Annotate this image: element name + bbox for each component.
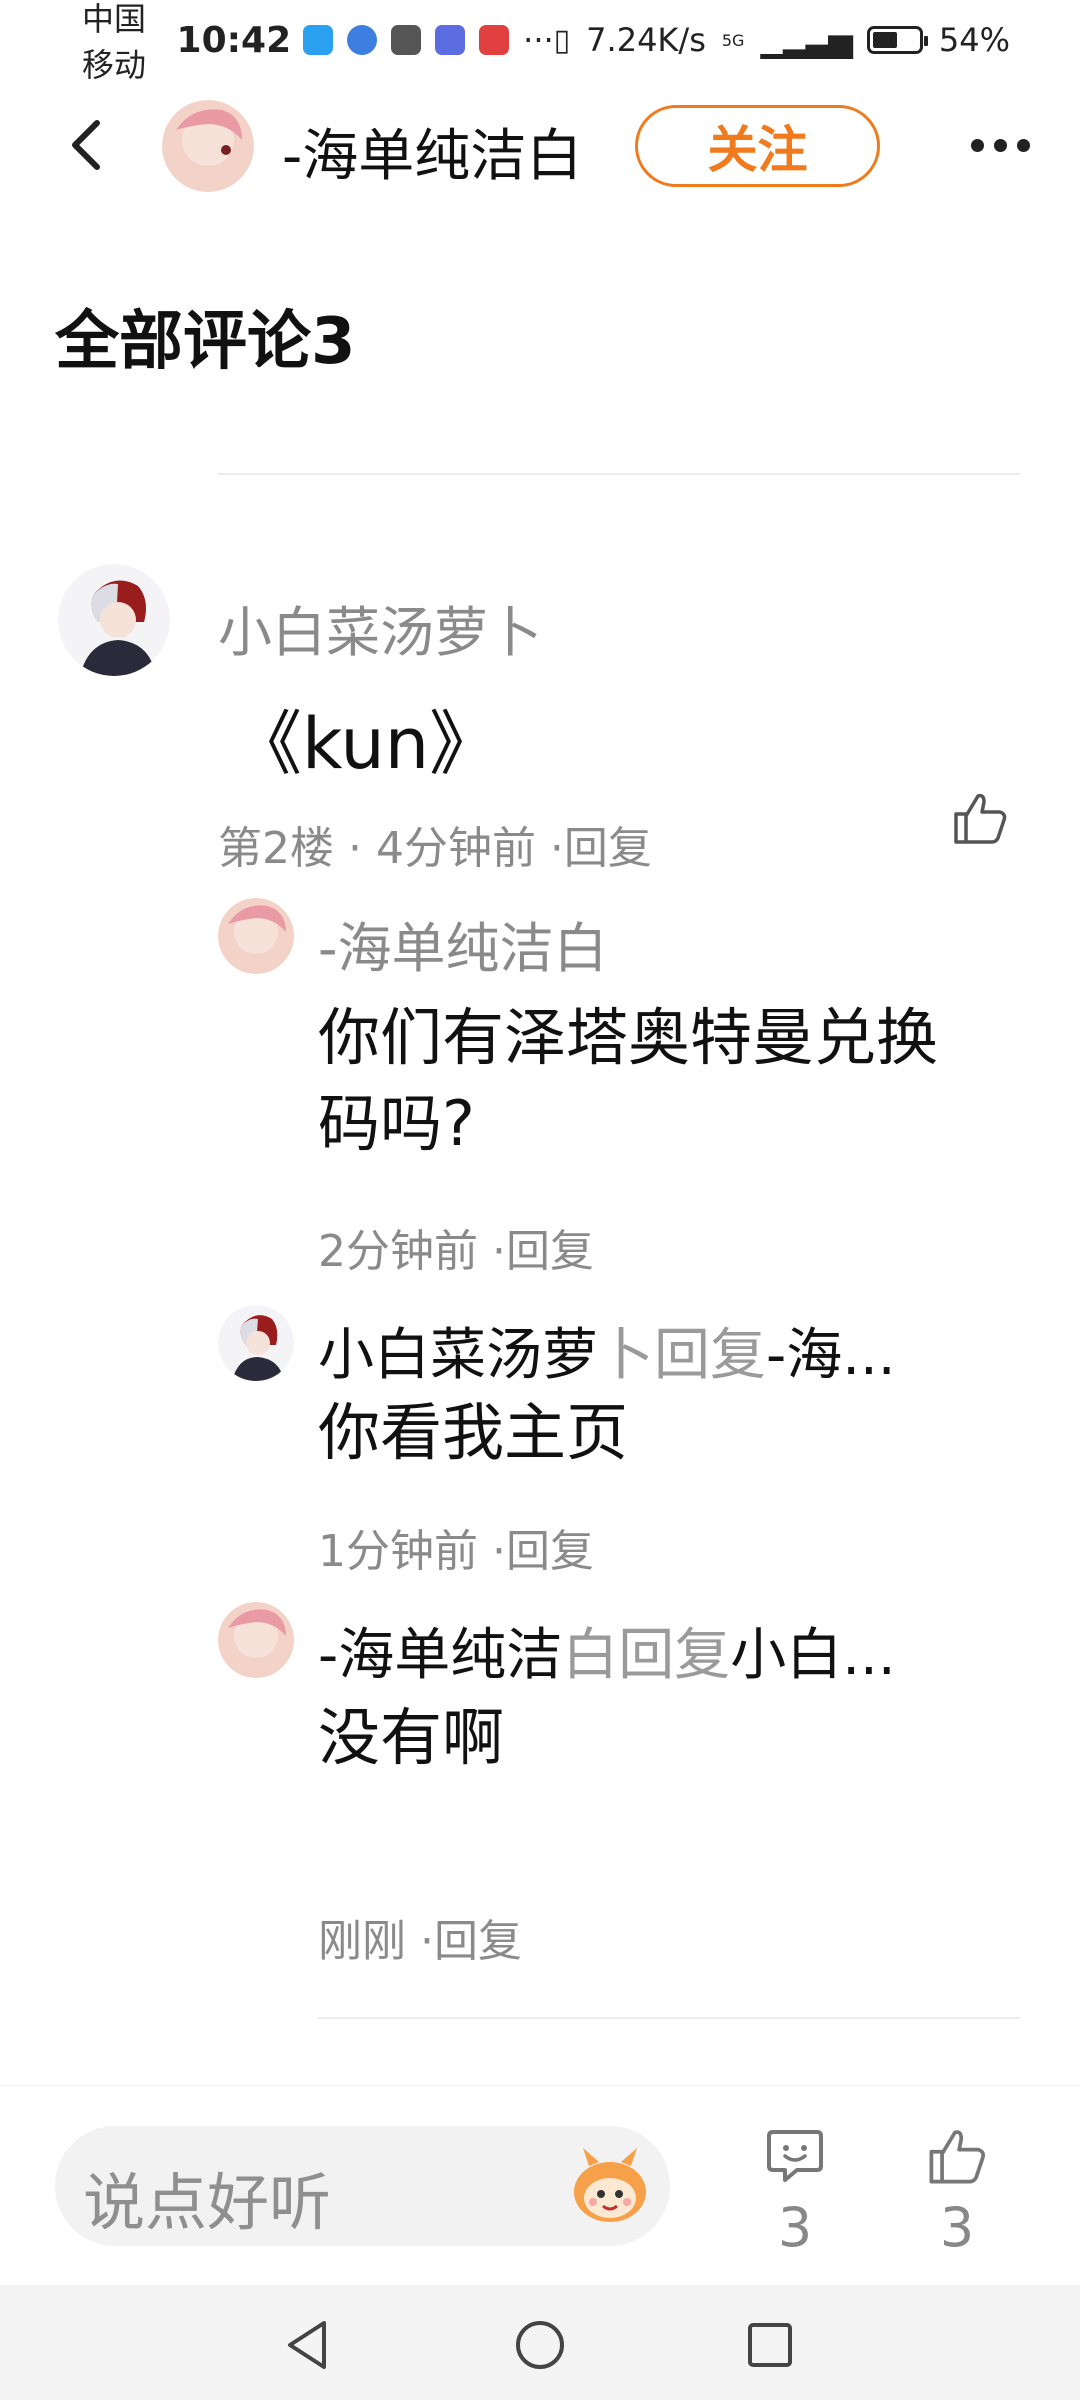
reply-meta[interactable]: 2分钟前 ·回复 [318, 1215, 594, 1279]
net-speed: 7.24K/s [586, 21, 706, 59]
thumbs-up-icon[interactable] [950, 788, 1010, 848]
baidu-app-icon [479, 25, 510, 55]
system-nav-bar [0, 2285, 1080, 2400]
reply-author-faded: 卜 [598, 1323, 654, 1388]
status-bar: 中国移动 10:42 ··· ▯ 7.24K/s 5G ▁▂▃▅ 54% [0, 0, 1080, 84]
signal-icon: ▁▂▃▅ [760, 21, 852, 59]
browser-app-icon [347, 25, 378, 55]
commenter-name[interactable]: 小白菜汤萝卜 [218, 588, 542, 667]
reply-text: 没有啊 [318, 1701, 505, 1774]
back-arrow-icon [72, 120, 100, 170]
reply-meta[interactable]: 1分钟前 ·回复 [318, 1515, 594, 1579]
huawei-app-icon [391, 25, 422, 55]
education-app-icon [435, 25, 466, 55]
reply-word: 回复 [654, 1323, 766, 1388]
author-avatar[interactable] [162, 100, 254, 192]
reply-word: 回复 [618, 1623, 731, 1688]
battery-fill [872, 32, 897, 48]
reply-author-faded: 白 [562, 1623, 619, 1688]
search-app-icon [303, 25, 334, 55]
reply-text: 你们有泽塔奥特曼兑换码吗? [318, 1001, 939, 1160]
clock: 10:42 [176, 19, 292, 61]
comment-text: 《kun》 [232, 703, 500, 785]
reply-avatar[interactable] [218, 898, 294, 974]
nav-back-icon[interactable] [278, 2315, 338, 2375]
thumbs-up-icon [929, 2130, 985, 2184]
back-button[interactable] [55, 115, 115, 175]
divider [218, 473, 1020, 475]
battery-icon [866, 26, 928, 54]
reply-meta[interactable]: 刚刚 ·回复 [318, 1905, 522, 1969]
mascot-icon[interactable] [565, 2142, 655, 2232]
reply-target[interactable]: 小白... [730, 1623, 895, 1688]
reply-target[interactable]: -海... [766, 1323, 896, 1388]
author-name[interactable]: -海单纯洁白 [282, 111, 582, 192]
carrier-label: 中国移动 [82, 0, 147, 84]
divider [318, 2017, 1020, 2019]
comment-input-placeholder: 说点好听 [83, 2166, 332, 2239]
comment-icon [767, 2130, 823, 2182]
reply-avatar[interactable] [218, 1602, 294, 1678]
like-count: 3 [939, 2196, 975, 2259]
reply-author[interactable]: -海单纯洁 [318, 1623, 562, 1688]
notification-icons: ··· [303, 21, 554, 59]
top-bar: -海单纯洁白 关注 [0, 95, 1080, 195]
vibrate-icon: ▯ [553, 22, 571, 58]
more-notifications-icon: ··· [523, 21, 554, 59]
comment-count: 3 [777, 2196, 813, 2259]
nav-home-icon[interactable] [510, 2315, 570, 2375]
commenter-avatar[interactable] [58, 564, 170, 676]
like-count-button[interactable]: 3 [912, 2124, 1002, 2259]
reply-author[interactable]: 小白菜汤萝 [318, 1323, 598, 1388]
reply-header: -海单纯洁白回复小白... [318, 1610, 896, 1691]
more-button[interactable] [960, 115, 1040, 175]
comment-count-button[interactable]: 3 [750, 2124, 840, 2259]
reply-author[interactable]: -海单纯洁白 [318, 904, 608, 983]
comment-meta[interactable]: 第2楼 · 4分钟前 ·回复 [218, 812, 652, 876]
reply-text: 你看我主页 [318, 1396, 629, 1469]
comment-detail-page: 中国移动 10:42 ··· ▯ 7.24K/s 5G ▁▂▃▅ 54% -海单… [0, 0, 1080, 2400]
battery-percentage: 54% [938, 21, 1010, 59]
signal-label: 5G [721, 30, 745, 50]
reply-header: 小白菜汤萝卜回复-海... [318, 1310, 896, 1391]
bottom-bar: 说点好听 3 3 [0, 2085, 1080, 2285]
comment-input[interactable]: 说点好听 [55, 2126, 670, 2246]
reply-avatar[interactable] [218, 1305, 294, 1381]
page-title: 全部评论3 [55, 305, 356, 379]
nav-recents-icon[interactable] [740, 2315, 800, 2375]
more-icon [970, 138, 1030, 152]
follow-button[interactable]: 关注 [635, 105, 880, 187]
